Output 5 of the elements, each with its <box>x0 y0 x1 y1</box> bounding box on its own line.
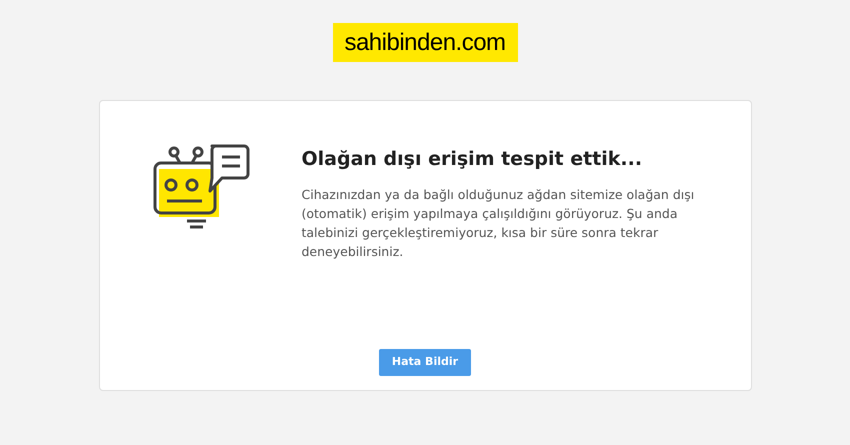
message-title: Olağan dışı erişim tespit ettik... <box>302 147 644 172</box>
message-text: Cihazınızdan ya da bağlı olduğunuz ağdan sitemize olağan dışı (otomatik) erişim yapılmaya çalışıldığını görüyoruz. Şu anda talebinizi gerçekleştiremiyoruz, kısa bir süre sonra tekrar deneyebilirsiniz. <box>302 186 696 260</box>
robot-chat-icon <box>152 143 250 231</box>
report-error-button[interactable]: Hata Bildir <box>379 349 471 376</box>
site-logo: sahibinden.com <box>332 23 518 62</box>
